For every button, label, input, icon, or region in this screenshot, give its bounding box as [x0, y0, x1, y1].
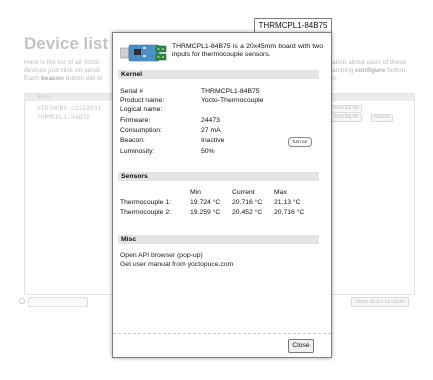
- device-detail-dialog: THRMCPL1-84B75 is a 20x45mm board with t…: [112, 32, 332, 358]
- kernel-label-logical-name: Logical name:: [120, 106, 163, 113]
- sensors-col-min: Min: [190, 189, 201, 196]
- device-row-serial[interactable]: THRMCPL1-84B75: [37, 114, 90, 121]
- sensor-name: Thermocouple 2:: [120, 209, 172, 216]
- yocto-thermocouple-board-icon: [120, 44, 167, 62]
- show-device-functions-button[interactable]: Show device functions: [351, 297, 409, 307]
- intro-right-2a: atching: [332, 67, 356, 74]
- intro-right-line-1: ation about each of these: [332, 59, 407, 66]
- search-input[interactable]: [28, 297, 88, 307]
- device-row-serial[interactable]: VIRTHUB0-c2223931: [37, 105, 101, 112]
- intro-right-line-3: n.: [332, 75, 338, 82]
- sensor-name: Thermocouple 1:: [120, 199, 172, 206]
- page-intro-right: ation about each of these atching config…: [332, 59, 422, 83]
- kernel-label-beacon: Beacon:: [120, 137, 145, 144]
- intro-beacon-word: beacon: [40, 75, 64, 82]
- page-title: Device list: [24, 34, 109, 53]
- sensor-current: 20.716 °C: [232, 199, 263, 206]
- device-summary: THRMCPL1-84B75 is a 20x45mm board with t…: [172, 43, 323, 59]
- search-icon: [19, 298, 25, 304]
- open-api-browser-link[interactable]: Open API browser (pop-up): [120, 252, 203, 260]
- kernel-value-serial: THRMCPL1-84B75: [201, 88, 260, 95]
- sensor-max: 21.13 °C: [274, 199, 301, 206]
- dialog-tab-title: THRMCPL1-84B75: [254, 18, 332, 33]
- intro-right-2c: button.: [385, 67, 408, 74]
- misc-section-heading: Misc: [118, 235, 319, 244]
- close-button[interactable]: Close: [288, 339, 314, 353]
- intro-right-line-2: atching configure button.: [332, 67, 422, 75]
- sensors-col-max: Max: [274, 189, 287, 196]
- kernel-value-beacon: Inactive: [201, 137, 225, 144]
- kernel-value-consumption: 27 mA: [201, 127, 221, 134]
- kernel-section-heading: Kernel: [118, 70, 319, 79]
- intro-configure-word: configure: [355, 67, 386, 74]
- dialog-footer-separator: [113, 333, 331, 334]
- sensor-current: 20.452 °C: [232, 209, 263, 216]
- sensor-min: 19.724 °C: [190, 199, 221, 206]
- kernel-value-product: Yocto-Thermocouple: [201, 97, 264, 104]
- kernel-value-luminosity: 50%: [201, 148, 215, 155]
- sensor-min: 19.259 °C: [190, 209, 221, 216]
- sensors-section-heading: Sensors: [118, 172, 319, 181]
- kernel-label-consumption: Consumption:: [120, 127, 162, 134]
- kernel-label-product: Product name:: [120, 97, 165, 104]
- kernel-value-firmware: 24473: [201, 117, 220, 124]
- kernel-label-serial: Serial #: [120, 88, 144, 95]
- beacon-turn-on-button[interactable]: turn on: [288, 137, 312, 147]
- view-log-button[interactable]: view log file: [331, 114, 362, 122]
- kernel-label-firmware: Firmware:: [120, 117, 151, 124]
- sensor-max: 20.716 °C: [274, 209, 305, 216]
- user-manual-link[interactable]: Get user manual from yoctopuce.com: [120, 261, 233, 269]
- kernel-label-luminosity: Luminosity:: [120, 148, 155, 155]
- intro-line-3c: button will to: [63, 75, 103, 82]
- intro-line-3a: Each: [24, 75, 41, 82]
- beacon-button[interactable]: beacon: [371, 114, 393, 122]
- sensors-col-current: Current: [232, 189, 255, 196]
- view-log-button[interactable]: view log file: [331, 105, 362, 113]
